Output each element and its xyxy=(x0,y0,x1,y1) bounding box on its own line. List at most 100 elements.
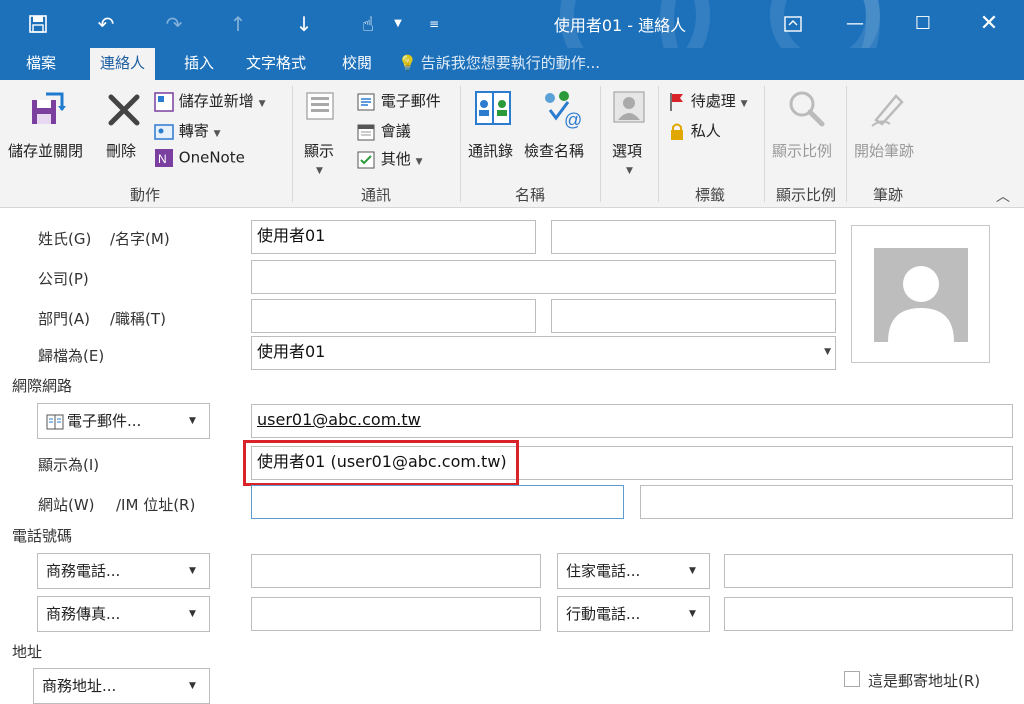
email-field[interactable]: user01@abc.com.tw xyxy=(251,404,1013,438)
group-communicate-label: 通訊 xyxy=(360,186,391,204)
address-book-label: 通訊錄 xyxy=(468,142,514,160)
file-as-select[interactable]: 使用者01 ▼ xyxy=(251,336,836,370)
im-address-field[interactable] xyxy=(640,485,1013,519)
save-new-button[interactable]: 儲存並新增 ▼ xyxy=(154,90,266,112)
home-phone-button[interactable]: 住家電話... xyxy=(557,553,677,589)
customize-qat-icon[interactable]: ≡ xyxy=(420,10,448,38)
business-fax-dropdown[interactable]: ▼ xyxy=(176,596,210,632)
more-dropdown-icon: ▼ xyxy=(415,157,423,167)
options-label: 選項 xyxy=(612,142,643,160)
tab-contact[interactable]: 連絡人 xyxy=(90,48,156,80)
company-label: 公司(P) xyxy=(38,270,89,288)
tab-review[interactable]: 校閱 xyxy=(332,48,382,80)
private-button[interactable]: 私人 xyxy=(668,120,721,142)
window-title: 使用者01 - 連絡人 xyxy=(553,16,687,35)
ribbon: 儲存並關閉 刪除 儲存並新增 ▼ 轉寄 ▼ N OneNote 動作 顯示 ▼ … xyxy=(0,80,1024,208)
follow-up-label: 待處理 xyxy=(690,92,736,110)
show-button[interactable]: 顯示 ▼ xyxy=(298,86,344,182)
check-names-button[interactable]: @ 檢查名稱 xyxy=(524,86,598,166)
last-name-field[interactable]: 使用者01 xyxy=(251,220,536,254)
save-new-icon xyxy=(154,91,174,112)
follow-up-button[interactable]: 待處理 ▼ xyxy=(668,90,748,112)
business-phone-dropdown[interactable]: ▼ xyxy=(176,553,210,589)
forward-button[interactable]: 轉寄 ▼ xyxy=(154,120,221,142)
department-field[interactable] xyxy=(251,299,536,333)
show-icon xyxy=(306,92,334,120)
maximize-icon[interactable]: ☐ xyxy=(900,6,946,42)
address-section-heading: 地址 xyxy=(12,643,43,661)
business-address-button[interactable]: 商務地址... xyxy=(33,668,177,704)
start-inking-button[interactable]: 開始筆跡 xyxy=(850,86,926,166)
chevron-down-icon: ▼ xyxy=(189,566,196,576)
touch-mode-dropdown-icon[interactable]: ▼ xyxy=(384,10,412,38)
ribbon-display-icon[interactable] xyxy=(770,6,816,42)
delete-button[interactable]: 刪除 xyxy=(102,86,148,166)
chevron-down-icon: ▼ xyxy=(689,609,696,619)
delete-label: 刪除 xyxy=(106,142,137,160)
email-button[interactable]: 電子郵件 xyxy=(356,90,441,112)
contact-photo-box[interactable] xyxy=(851,225,990,363)
save-icon[interactable] xyxy=(24,10,52,38)
home-phone-field[interactable] xyxy=(724,554,1013,588)
business-phone-button[interactable]: 商務電話... xyxy=(37,553,177,589)
mobile-phone-dropdown[interactable]: ▼ xyxy=(676,596,710,632)
save-close-button[interactable]: 儲存並關閉 xyxy=(4,86,94,166)
options-icon xyxy=(613,91,645,123)
meeting-button[interactable]: 會議 xyxy=(356,120,411,142)
zoom-button[interactable]: 顯示比例 xyxy=(768,86,844,166)
ribbon-separator xyxy=(846,86,847,202)
show-dropdown-icon: ▼ xyxy=(316,166,323,176)
collapse-ribbon-icon[interactable]: ︿ xyxy=(996,186,1010,206)
svg-text:N: N xyxy=(158,152,167,166)
job-title-field[interactable] xyxy=(551,299,836,333)
magnifier-icon xyxy=(789,91,825,127)
forward-icon xyxy=(154,123,174,140)
mobile-phone-button[interactable]: 行動電話... xyxy=(557,596,677,632)
home-phone-dropdown[interactable]: ▼ xyxy=(676,553,710,589)
save-new-dropdown-icon: ▼ xyxy=(258,99,266,109)
web-page-field[interactable] xyxy=(251,485,624,519)
more-button[interactable]: 其他 ▼ xyxy=(356,148,423,170)
touch-mode-icon[interactable]: ☝ xyxy=(354,10,382,38)
chevron-down-icon: ▼ xyxy=(689,566,696,576)
mobile-phone-field[interactable] xyxy=(724,597,1013,631)
tell-me-box[interactable]: 💡 告訴我您想要執行的動作... xyxy=(398,48,600,80)
business-address-dropdown[interactable]: ▼ xyxy=(176,668,210,704)
job-title-label: /職稱(T) xyxy=(110,310,166,328)
group-actions-label: 動作 xyxy=(129,186,160,204)
first-name-field[interactable] xyxy=(551,220,836,254)
onenote-icon: N xyxy=(155,149,173,167)
ribbon-separator xyxy=(460,86,461,202)
business-fax-field[interactable] xyxy=(251,597,541,631)
email-type-button[interactable]: 電子郵件... xyxy=(37,403,177,439)
address-book-button[interactable]: 通訊錄 xyxy=(466,86,522,166)
company-field[interactable] xyxy=(251,260,836,294)
tab-format-text[interactable]: 文字格式 xyxy=(236,48,316,80)
undo-icon[interactable]: ↶ xyxy=(92,10,120,38)
flag-icon xyxy=(670,92,683,111)
business-phone-field[interactable] xyxy=(251,554,541,588)
tab-file[interactable]: 檔案 xyxy=(16,48,66,80)
up-icon[interactable]: ↑ xyxy=(224,10,252,38)
down-icon[interactable]: ↓ xyxy=(290,10,318,38)
mailing-address-checkbox[interactable] xyxy=(844,671,860,687)
options-button[interactable]: 選項 ▼ xyxy=(604,86,654,182)
show-label: 顯示 xyxy=(304,142,335,160)
minimize-icon[interactable]: — xyxy=(832,6,878,42)
last-name-label: 姓氏(G) xyxy=(38,230,92,248)
onenote-button[interactable]: N OneNote xyxy=(154,148,245,168)
lightbulb-icon: 💡 xyxy=(398,54,417,72)
tab-insert[interactable]: 插入 xyxy=(174,48,224,80)
lock-icon xyxy=(671,123,683,140)
redo-icon[interactable]: ↷ xyxy=(160,10,188,38)
ribbon-separator xyxy=(292,86,293,202)
forward-label: 轉寄 xyxy=(178,122,209,140)
business-fax-button[interactable]: 商務傳真... xyxy=(37,596,177,632)
ribbon-separator xyxy=(658,86,659,202)
chevron-down-icon: ▼ xyxy=(189,681,196,691)
email-type-dropdown[interactable]: ▼ xyxy=(176,403,210,439)
pen-icon xyxy=(871,94,904,127)
department-label: 部門(A) xyxy=(38,310,90,328)
options-dropdown-icon: ▼ xyxy=(626,166,633,176)
close-icon[interactable]: ✕ xyxy=(966,6,1012,42)
